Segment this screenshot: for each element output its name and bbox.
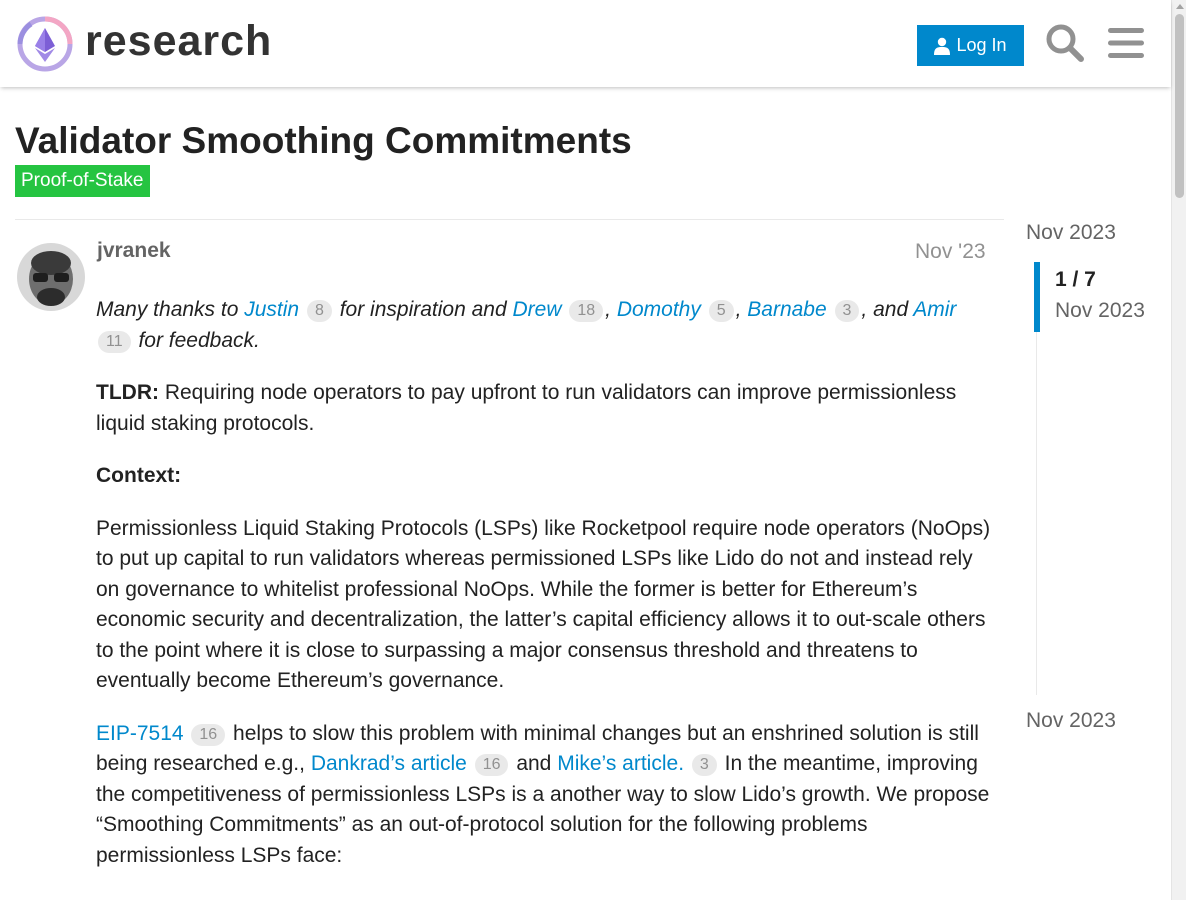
login-label: Log In bbox=[956, 35, 1007, 55]
thanks-middle: for inspiration and bbox=[339, 298, 507, 321]
topic-title[interactable]: Validator Smoothing Commitments bbox=[15, 120, 632, 162]
click-count-badge: 3 bbox=[691, 754, 717, 776]
tldr-paragraph: TLDR: Requiring node operators to pay up… bbox=[96, 378, 991, 439]
tldr-text: Requiring node operators to pay upfront … bbox=[96, 381, 957, 435]
timeline-end-date[interactable]: Nov 2023 bbox=[1026, 709, 1116, 733]
eip-paragraph: EIP-7514 16 helps to slow this problem w… bbox=[96, 719, 991, 872]
hamburger-menu-icon bbox=[1108, 28, 1144, 58]
context-paragraph: Permissionless Liquid Staking Protocols … bbox=[96, 516, 991, 693]
timeline-position: 1 / 7 bbox=[1055, 268, 1096, 291]
eip-and: and bbox=[516, 752, 552, 775]
thanks-suffix: for feedback. bbox=[138, 328, 260, 352]
scrollbar-thumb[interactable] bbox=[1175, 14, 1184, 198]
timeline-position-date: Nov 2023 bbox=[1055, 299, 1145, 322]
user-avatar-icon bbox=[17, 243, 85, 311]
mike-article-link[interactable]: Mike’s article. bbox=[557, 752, 684, 775]
timeline-start-date[interactable]: Nov 2023 bbox=[1026, 221, 1116, 245]
post-body: Many thanks to Justin 8 for inspiration … bbox=[96, 295, 991, 893]
category-badge[interactable]: Proof-of-Stake bbox=[15, 165, 150, 197]
timeline-handle[interactable] bbox=[1034, 262, 1040, 332]
hamburger-menu-button[interactable] bbox=[1105, 22, 1147, 64]
site-logo-text: research bbox=[85, 16, 273, 65]
scroll-up-arrow-icon[interactable] bbox=[1176, 4, 1184, 9]
click-count-badge: 5 bbox=[708, 300, 734, 322]
mention-link-justin[interactable]: Justin bbox=[244, 298, 299, 321]
site-header: research Log In bbox=[0, 0, 1171, 87]
click-count-badge: 3 bbox=[834, 300, 860, 322]
search-icon bbox=[1046, 24, 1084, 62]
ethereum-research-logo-icon bbox=[17, 16, 73, 72]
page-scrollbar[interactable] bbox=[1171, 0, 1186, 900]
click-count-badge: 8 bbox=[306, 300, 332, 322]
mention-link-barnabe[interactable]: Barnabe bbox=[747, 298, 826, 321]
eip-7514-link[interactable]: EIP-7514 bbox=[96, 722, 184, 745]
mention-link-drew[interactable]: Drew bbox=[512, 298, 561, 321]
acknowledgements-paragraph: Many thanks to Justin 8 for inspiration … bbox=[96, 298, 957, 353]
post-date[interactable]: Nov '23 bbox=[915, 240, 986, 264]
thanks-and: , and bbox=[861, 298, 909, 321]
site-logo[interactable]: research bbox=[17, 15, 272, 73]
click-count-badge: 16 bbox=[191, 723, 226, 746]
search-button[interactable] bbox=[1044, 22, 1086, 64]
mention-link-amir[interactable]: Amir bbox=[913, 298, 956, 321]
click-count-badge: 18 bbox=[569, 300, 604, 322]
thanks-prefix: Many thanks to bbox=[96, 298, 239, 321]
tldr-label: TLDR: bbox=[96, 381, 159, 404]
avatar[interactable] bbox=[17, 243, 85, 311]
context-label: Context: bbox=[96, 464, 182, 487]
dankrad-article-link[interactable]: Dankrad’s article bbox=[311, 752, 467, 775]
mention-link-domothy[interactable]: Domothy bbox=[617, 298, 701, 321]
click-count-badge: 11 bbox=[98, 330, 131, 353]
title-divider bbox=[15, 219, 1004, 220]
context-heading: Context: bbox=[96, 461, 991, 492]
click-count-badge: 16 bbox=[474, 754, 509, 776]
post-username[interactable]: jvranek bbox=[97, 239, 171, 263]
user-icon bbox=[934, 37, 951, 55]
login-button[interactable]: Log In bbox=[917, 25, 1024, 66]
